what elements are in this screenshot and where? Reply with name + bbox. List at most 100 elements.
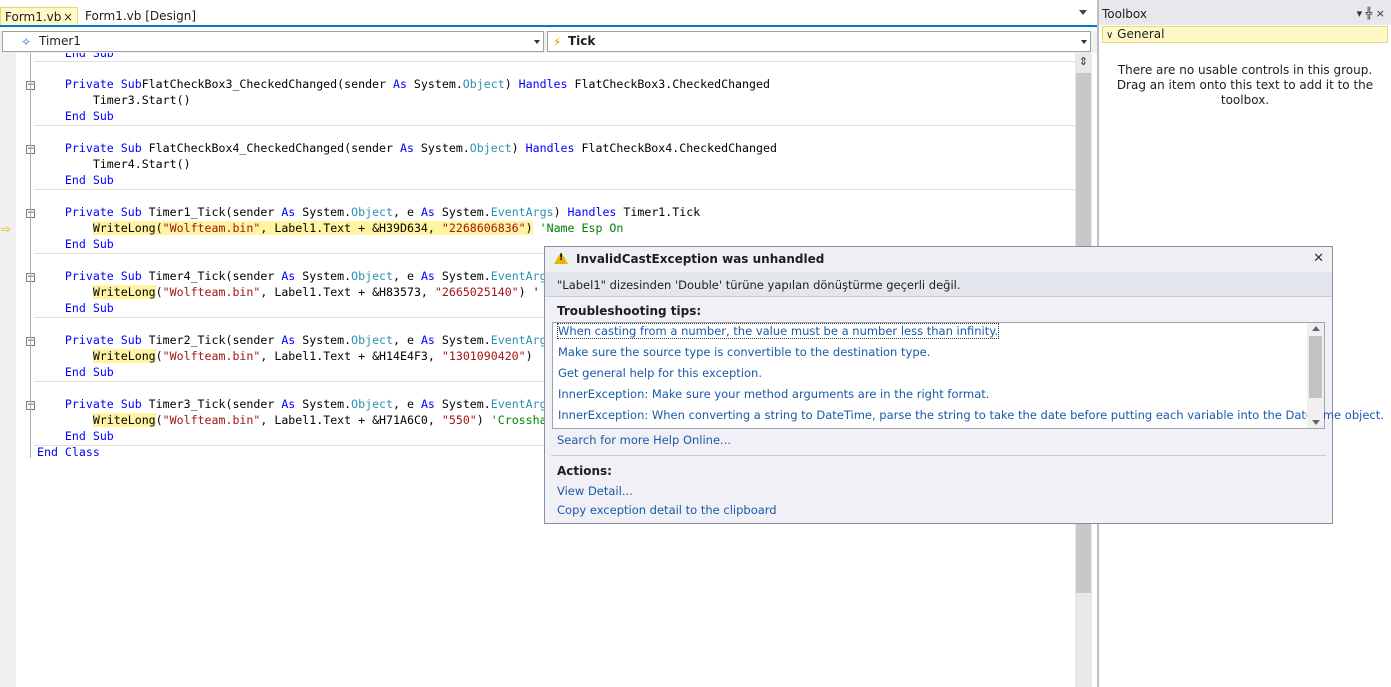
method-separator — [34, 61, 1075, 62]
code-token: Timer4_Tick(sender — [141, 269, 282, 283]
type-token: Object — [351, 205, 394, 219]
code-line[interactable]: Timer3.Start() — [37, 92, 191, 108]
split-handle-icon[interactable]: ⇕ — [1076, 54, 1091, 70]
scrollbar-thumb[interactable] — [1309, 336, 1322, 398]
keyword-token: Handles — [525, 141, 575, 155]
string-literal: "550" — [441, 413, 477, 427]
method-separator — [34, 125, 1075, 126]
code-token: , e — [393, 333, 421, 347]
execution-pointer-icon: ⇨ — [1, 222, 12, 236]
code-line[interactable]: End Sub — [37, 364, 114, 380]
toolbox-empty-message: There are no usable controls in this gro… — [1116, 63, 1374, 107]
code-token: ) — [553, 205, 568, 219]
chevron-down-icon[interactable] — [534, 40, 540, 44]
tab-form1-vb[interactable]: Form1.vb × — [0, 7, 78, 25]
code-token: Timer1.Tick — [616, 205, 701, 219]
keyword-token: As — [281, 333, 296, 347]
troubleshooting-tips-list[interactable]: When casting from a number, the value mu… — [552, 322, 1384, 429]
keyword-token: As — [420, 333, 435, 347]
code-line[interactable]: Timer4.Start() — [37, 156, 191, 172]
event-combo-value: Tick — [568, 34, 596, 48]
code-token: Timer2_Tick(sender — [141, 333, 282, 347]
code-line[interactable]: End Sub — [37, 428, 114, 444]
code-token: System. — [295, 333, 352, 347]
code-line[interactable]: End Sub — [37, 172, 114, 188]
string-literal: "Wolfteam.bin" — [162, 413, 261, 427]
code-token: FlatCheckBox3_CheckedChanged(sender — [141, 77, 393, 91]
code-line[interactable]: End Sub — [37, 236, 114, 252]
code-token: System. — [434, 205, 491, 219]
code-line[interactable]: Private Sub FlatCheckBox4_CheckedChanged… — [37, 140, 777, 156]
comment-token: 'Crossha — [490, 413, 547, 427]
type-token: Object — [462, 77, 505, 91]
code-line[interactable]: WriteLong("Wolfteam.bin", Label1.Text + … — [37, 348, 533, 364]
tip-link[interactable]: Make sure the source type is convertible… — [558, 345, 930, 359]
code-token: System. — [295, 397, 352, 411]
string-literal: "Wolfteam.bin" — [162, 221, 261, 235]
method-separator — [34, 189, 1075, 190]
close-icon[interactable]: × — [63, 8, 73, 26]
code-line[interactable]: Private Sub Timer1_Tick(sender As System… — [37, 204, 700, 220]
code-line[interactable]: WriteLong("Wolfteam.bin", Label1.Text + … — [37, 284, 540, 300]
code-token: Timer4.Start() — [92, 157, 191, 171]
chevron-down-icon[interactable] — [1081, 40, 1087, 44]
event-combo[interactable]: ⚡ Tick — [547, 31, 1091, 52]
warning-icon-mark: ! — [559, 253, 564, 263]
type-token: Object — [351, 269, 394, 283]
tip-link[interactable]: When casting from a number, the value mu… — [556, 323, 1000, 339]
code-line[interactable]: Private SubFlatCheckBox3_CheckedChanged(… — [37, 76, 770, 92]
toolbox-title-bar: Toolbox ▾ ╬ × — [1099, 0, 1391, 25]
code-line[interactable]: WriteLong("Wolfteam.bin", Label1.Text + … — [37, 412, 547, 428]
tab-label: Form1.vb — [5, 10, 62, 24]
code-line[interactable]: Private Sub Timer4_Tick(sender As System… — [37, 268, 554, 284]
code-line[interactable]: End Sub — [37, 108, 114, 124]
view-detail-link[interactable]: View Detail... — [557, 484, 633, 498]
code-token: System. — [434, 397, 491, 411]
code-line[interactable]: Private Sub Timer2_Tick(sender As System… — [37, 332, 554, 348]
keyword-token: Private Sub — [64, 269, 142, 283]
scroll-up-icon[interactable] — [1312, 326, 1320, 331]
tips-scrollbar[interactable] — [1307, 323, 1324, 428]
code-line[interactable]: End Sub — [37, 53, 114, 61]
tab-form1-design[interactable]: Form1.vb [Design] — [81, 7, 199, 25]
timer-component-icon: ✧ — [21, 35, 32, 49]
code-line[interactable]: WriteLong("Wolfteam.bin", Label1.Text + … — [37, 220, 623, 236]
toolbox-group-general[interactable]: ∨ General — [1102, 26, 1388, 43]
exception-header: ! InvalidCastException was unhandled ✕ — [545, 247, 1332, 271]
toolbox-title: Toolbox — [1102, 7, 1147, 21]
tip-link[interactable]: InnerException: Make sure your method ar… — [558, 387, 989, 401]
keyword-token: End Sub — [64, 237, 114, 251]
object-combo[interactable]: ✧ Timer1 — [2, 31, 544, 52]
tab-label: Form1.vb [Design] — [85, 9, 197, 23]
type-token: Object — [351, 333, 394, 347]
keyword-token: Private Sub — [64, 397, 142, 411]
tip-link[interactable]: InnerException: When converting a string… — [558, 408, 1384, 422]
code-line[interactable]: End Sub — [37, 300, 114, 316]
code-line[interactable]: Private Sub Timer3_Tick(sender As System… — [37, 396, 554, 412]
string-literal: "Wolfteam.bin" — [162, 349, 261, 363]
tip-link[interactable]: Get general help for this exception. — [558, 366, 762, 380]
code-line[interactable]: End Class — [37, 444, 100, 460]
keyword-token: As — [281, 269, 296, 283]
string-literal: "2665025140" — [434, 285, 519, 299]
code-token: , e — [393, 269, 421, 283]
search-help-online-link[interactable]: Search for more Help Online... — [557, 433, 731, 447]
copy-exception-link[interactable]: Copy exception detail to the clipboard — [557, 503, 777, 517]
scroll-down-icon[interactable] — [1312, 420, 1320, 425]
document-tab-strip: Form1.vb × Form1.vb [Design] — [0, 0, 1097, 27]
code-token: FlatCheckBox4.CheckedChanged — [574, 141, 777, 155]
close-icon[interactable]: ✕ — [1313, 251, 1324, 266]
tab-overflow-icon[interactable] — [1079, 10, 1087, 15]
code-token: System. — [295, 205, 352, 219]
pane-buttons-icon[interactable]: ▾ ╬ × — [1357, 7, 1385, 20]
